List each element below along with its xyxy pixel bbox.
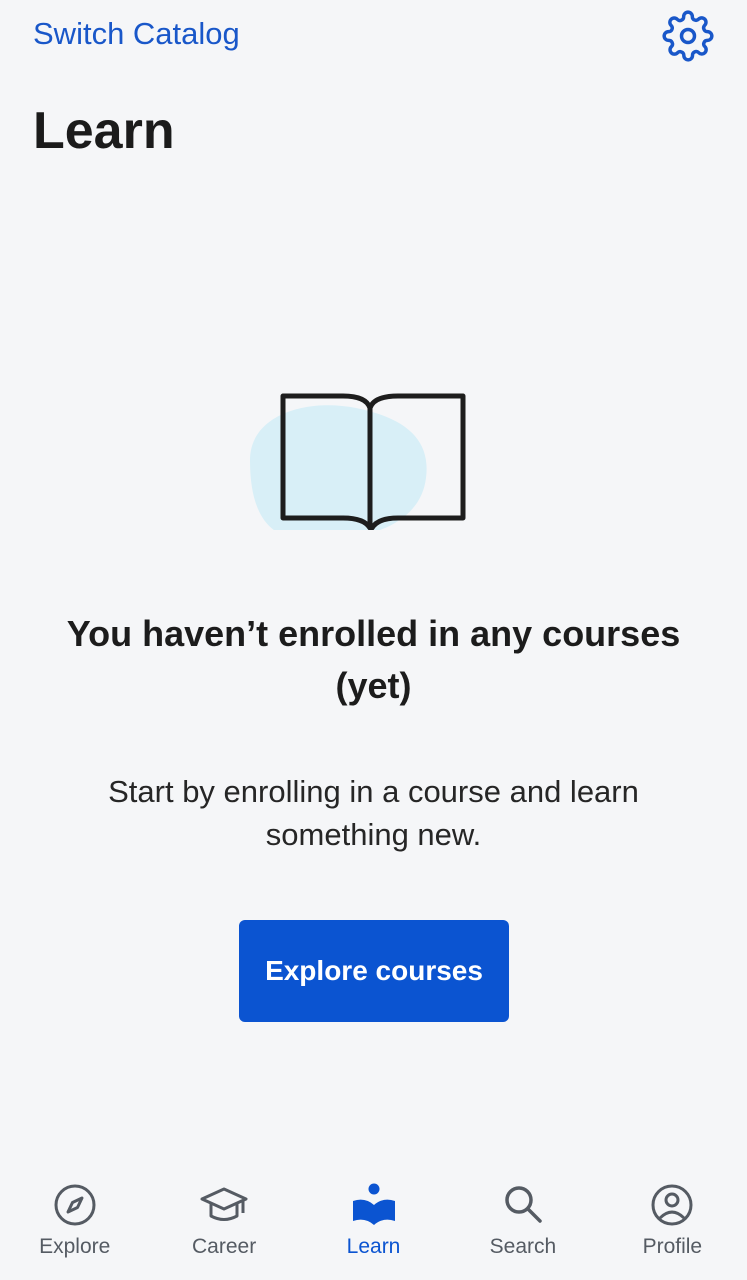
nav-item-profile[interactable]: Profile (598, 1180, 747, 1280)
nav-label-search: Search (489, 1235, 557, 1258)
open-book-icon (250, 393, 466, 530)
page-title: Learn (33, 102, 175, 160)
settings-button[interactable] (662, 10, 714, 62)
nav-item-explore[interactable]: Explore (0, 1180, 149, 1280)
nav-item-learn[interactable]: Learn (299, 1180, 448, 1280)
book-reader-icon (352, 1183, 395, 1225)
profile-icon (651, 1184, 693, 1226)
empty-state-description: Start by enrolling in a course and learn… (108, 774, 639, 852)
graduation-cap-icon (200, 1187, 248, 1221)
top-bar: Switch Catalog (0, 0, 747, 72)
gear-icon (662, 10, 714, 62)
bottom-nav: Explore Career Learn Search Profile (0, 1180, 747, 1280)
nav-label-profile: Profile (642, 1235, 703, 1258)
switch-catalog-link[interactable]: Switch Catalog (33, 14, 240, 54)
nav-item-career[interactable]: Career (149, 1180, 298, 1280)
empty-state-heading: You haven’t enrolled in any courses (yet… (66, 613, 681, 706)
nav-item-search[interactable]: Search (448, 1180, 597, 1280)
nav-label-career: Career (192, 1235, 257, 1258)
explore-courses-button[interactable]: Explore courses (239, 920, 509, 1022)
search-icon (505, 1186, 542, 1223)
nav-label-learn: Learn (346, 1235, 401, 1258)
nav-label-explore: Explore (39, 1235, 111, 1258)
compass-icon (54, 1184, 96, 1226)
